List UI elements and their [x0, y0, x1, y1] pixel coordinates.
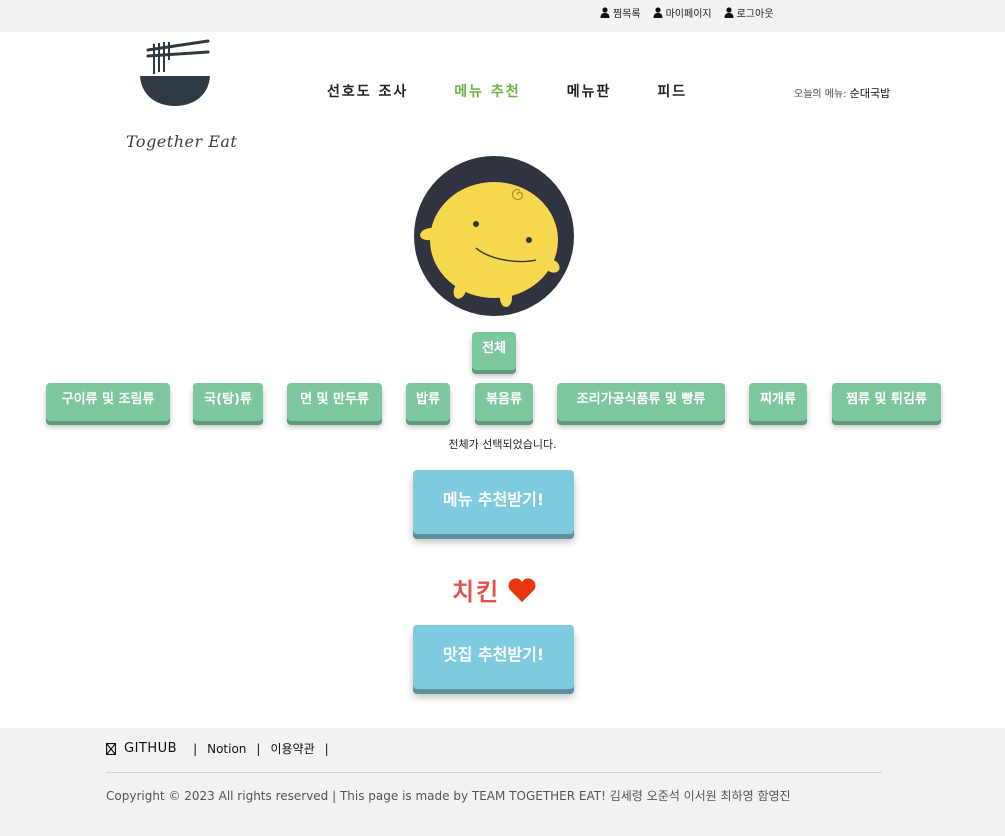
- recommended-menu-result: 치킨: [452, 572, 536, 607]
- heart-icon[interactable]: [508, 577, 536, 603]
- category-steamed-fried-button[interactable]: 찜류 및 튀김류: [832, 383, 941, 421]
- category-grill-braise-button[interactable]: 구이류 및 조림류: [46, 383, 170, 421]
- category-stirfry-button[interactable]: 볶음류: [475, 383, 533, 421]
- main-nav: 선호도 조사 메뉴 추천 메뉴판 피드: [327, 81, 687, 101]
- footer-separator: |: [256, 741, 261, 756]
- logo-text: Together Eat: [126, 132, 238, 151]
- footer: GITHUB | Notion | 이용약관 | Copyright © 202…: [0, 728, 1005, 836]
- person-icon: [724, 7, 734, 18]
- category-processed-bread-button[interactable]: 조리가공식품류 및 빵류: [557, 383, 725, 421]
- user-links: 찜목록 마이페이지 로그아웃: [600, 5, 773, 20]
- mascot-character-image: [414, 156, 574, 316]
- notion-link[interactable]: Notion: [207, 742, 246, 756]
- logout-link[interactable]: 로그아웃: [724, 5, 774, 20]
- category-soup-button[interactable]: 국(탕)류: [193, 383, 263, 421]
- person-icon: [600, 7, 610, 18]
- recommend-restaurant-button[interactable]: 맛집 추천받기!: [413, 625, 574, 689]
- category-noodle-dumpling-button[interactable]: 면 및 만두류: [287, 383, 382, 421]
- nav-menu-board[interactable]: 메뉴판: [567, 81, 612, 101]
- recommended-menu-text: 치킨: [452, 578, 501, 606]
- wishlist-label: 찜목록: [613, 9, 641, 20]
- top-utility-bar: 찜목록 마이페이지 로그아웃: [0, 0, 1005, 32]
- today-menu-label: 오늘의 메뉴:: [794, 89, 847, 100]
- today-menu-value: 순대국밥: [849, 87, 891, 100]
- copyright-text: Copyright © 2023 All rights reserved | T…: [106, 789, 791, 803]
- wishlist-link[interactable]: 찜목록: [600, 5, 641, 20]
- person-icon: [653, 7, 663, 18]
- selected-category-message: 전체가 선택되었습니다.: [448, 438, 557, 451]
- recommend-menu-button[interactable]: 메뉴 추천받기!: [413, 470, 574, 534]
- github-icon: [106, 742, 116, 755]
- nav-menu-recommend[interactable]: 메뉴 추천: [454, 81, 520, 101]
- nav-feed[interactable]: 피드: [657, 81, 687, 101]
- footer-separator: |: [324, 741, 329, 756]
- github-link[interactable]: GITHUB: [124, 741, 177, 756]
- mypage-link[interactable]: 마이페이지: [653, 5, 712, 20]
- mypage-label: 마이페이지: [665, 9, 712, 20]
- category-stew-button[interactable]: 찌개류: [749, 383, 807, 421]
- noodle-bowl-icon: [138, 39, 212, 106]
- footer-links: GITHUB | Notion | 이용약관 |: [106, 740, 339, 757]
- category-all-button[interactable]: 전체: [472, 332, 516, 370]
- footer-separator: |: [193, 741, 198, 756]
- logout-label: 로그아웃: [736, 9, 774, 20]
- nav-preference-survey[interactable]: 선호도 조사: [327, 81, 408, 101]
- footer-divider: [106, 772, 882, 773]
- terms-link[interactable]: 이용약관: [270, 740, 314, 757]
- today-menu: 오늘의 메뉴: 순대국밥: [794, 85, 890, 101]
- category-rice-button[interactable]: 밥류: [406, 383, 450, 421]
